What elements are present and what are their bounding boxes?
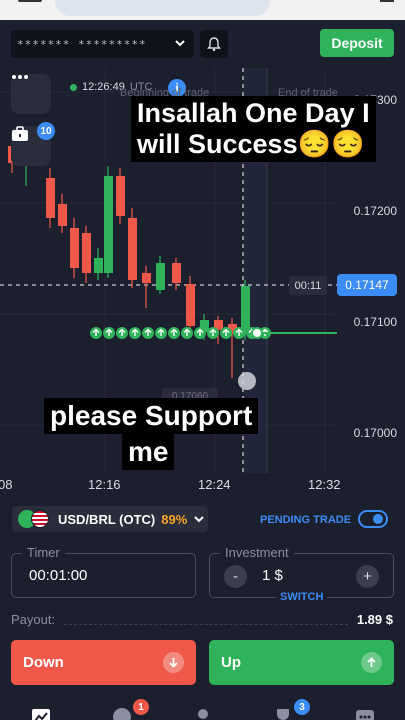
overlay-caption-top: Insallah One Day I will Success😔😔: [131, 96, 376, 163]
candle: [46, 178, 55, 218]
chevron-down-icon: [175, 40, 185, 47]
browser-toolbar: [0, 0, 405, 20]
candle: [58, 204, 67, 226]
ellipsis-icon: [12, 75, 28, 79]
candle: [156, 263, 165, 290]
candle: [94, 258, 103, 273]
candle: [128, 218, 137, 280]
candle: [82, 233, 91, 273]
bell-icon: [207, 37, 221, 52]
toggle-knob: [373, 514, 383, 524]
candle: [142, 273, 151, 283]
current-price-tag: 0.17147: [337, 274, 397, 296]
time-tick: 12:24: [198, 477, 231, 492]
asset-selector[interactable]: USD/BRL (OTC) 89%: [12, 506, 208, 532]
trading-app: ******* ********* Deposit 12:26:49 UTC i…: [0, 0, 405, 720]
price-tick: 0.17100: [353, 315, 397, 329]
trophy-notification-badge: 3: [294, 699, 310, 715]
nav-trophy-icon[interactable]: [272, 705, 294, 720]
currency-flags: [18, 510, 52, 528]
up-button[interactable]: Up: [209, 640, 394, 685]
time-tick: 08: [0, 477, 13, 492]
live-status-dot: [70, 83, 77, 91]
candle: [186, 284, 195, 326]
open-trades-badge: 10: [37, 122, 55, 140]
timer-value: 00:01:00: [29, 567, 88, 584]
nav-chart-icon[interactable]: [30, 705, 52, 720]
time-tick: 12:32: [308, 477, 341, 492]
account-balance-masked: ******* *********: [17, 37, 147, 51]
candle: [241, 286, 250, 334]
asset-name: USD/BRL (OTC): [58, 511, 156, 527]
timer-label: Timer: [22, 545, 65, 560]
more-menu-button[interactable]: [11, 74, 51, 114]
switch-link[interactable]: SWITCH: [276, 591, 328, 603]
pending-trade-toggle[interactable]: [358, 510, 388, 528]
payout-value: 1.89 $: [356, 612, 393, 627]
candle-countdown: 00:11: [289, 276, 327, 295]
nav-chat-icon[interactable]: [354, 705, 376, 720]
investment-value: 1 $: [262, 567, 283, 584]
deposit-button[interactable]: Deposit: [320, 29, 394, 57]
arrow-down-icon: [163, 652, 184, 673]
investment-label: Investment: [220, 545, 294, 560]
cursor-marker: [238, 372, 256, 390]
trade-panel: USD/BRL (OTC) 89% PENDING TRADE Timer 00…: [0, 500, 405, 720]
price-tick: 0.17200: [353, 204, 397, 218]
account-selector[interactable]: ******* *********: [11, 30, 194, 58]
candle: [116, 176, 125, 216]
up-label: Up: [221, 654, 241, 671]
usa-flag-icon: [31, 510, 49, 528]
overlay-caption-bottom: please Support: [44, 398, 259, 435]
clock-time: 12:26:49: [82, 81, 125, 93]
price-tick: 0.17000: [353, 426, 397, 440]
timer-field[interactable]: Timer 00:01:00: [11, 545, 196, 598]
payout-label: Payout:: [11, 612, 56, 627]
nav-profile-icon[interactable]: [192, 705, 214, 720]
trade-marker-end: [251, 327, 263, 339]
overlay-caption-bottom-2: me: [122, 434, 175, 471]
down-button[interactable]: Down: [11, 640, 196, 685]
decrease-amount-button[interactable]: -: [224, 565, 247, 588]
briefcase-icon: [12, 126, 28, 141]
candle: [172, 263, 181, 283]
down-label: Down: [23, 654, 64, 671]
caption-line: Insallah One Day I: [137, 98, 370, 128]
help-notification-badge: 1: [133, 699, 149, 715]
asset-payout-percent: 89%: [161, 511, 188, 527]
nav-help-icon[interactable]: [111, 705, 133, 720]
time-tick: 12:16: [88, 477, 121, 492]
chevron-down-icon: [194, 516, 205, 523]
candle: [104, 176, 113, 273]
pending-trade-label: PENDING TRADE: [260, 514, 352, 526]
browser-menu-icon[interactable]: [18, 0, 42, 2]
browser-tabs-icon[interactable]: [380, 0, 394, 2]
candle: [70, 228, 79, 268]
arrow-up-icon: [361, 652, 382, 673]
payout-divider: [64, 624, 348, 625]
caption-line: will Success😔😔: [137, 129, 365, 160]
increase-amount-button[interactable]: +: [356, 565, 379, 588]
browser-url-bar[interactable]: [55, 0, 270, 16]
app-header: ******* ********* Deposit: [0, 20, 405, 68]
notifications-button[interactable]: [200, 30, 228, 58]
